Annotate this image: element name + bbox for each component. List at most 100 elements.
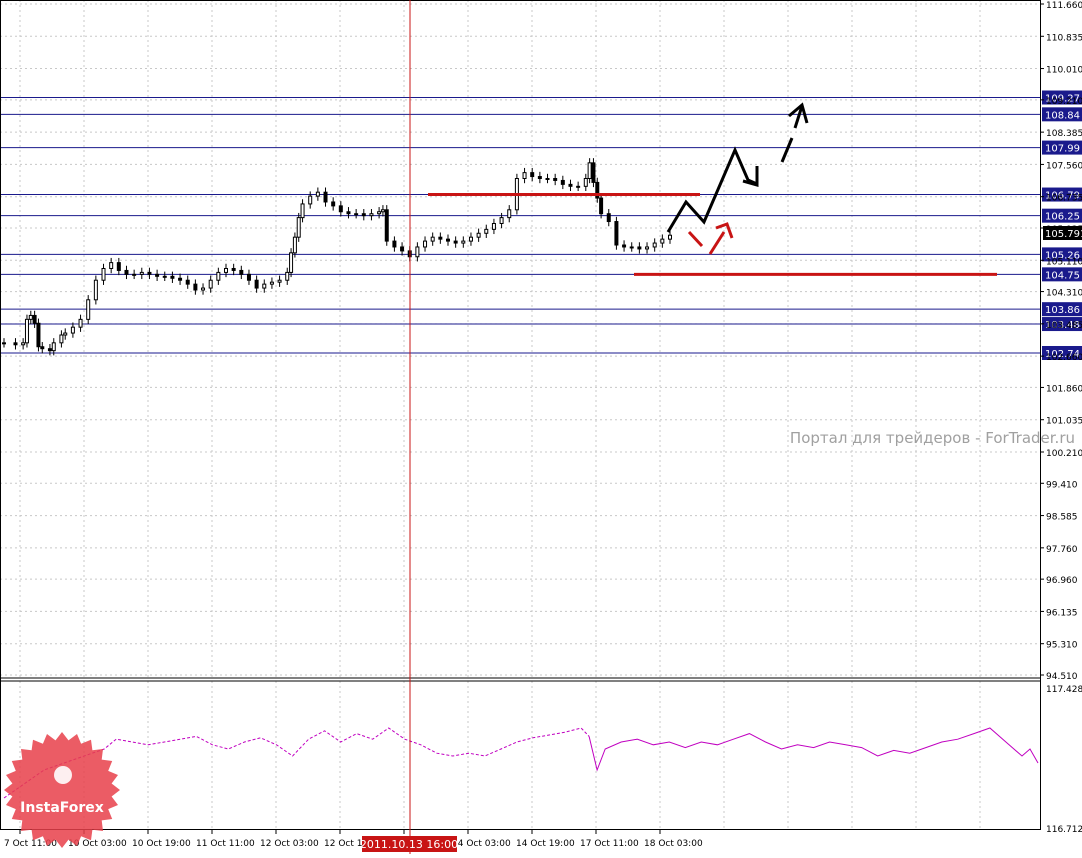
candle-body xyxy=(599,197,604,215)
candle-body xyxy=(231,267,236,271)
price-tick-label: 111.660 xyxy=(1046,1,1082,11)
candle-body xyxy=(606,213,611,223)
candle-body xyxy=(28,314,33,320)
candle-body xyxy=(246,273,251,281)
price-tick-label: 98.585 xyxy=(1046,513,1078,523)
candle-body xyxy=(86,299,91,320)
candle-body xyxy=(476,232,481,238)
candle-body xyxy=(637,246,642,250)
candle-body xyxy=(300,203,305,219)
price-tick-label: 101.035 xyxy=(1046,417,1082,427)
candle-body xyxy=(216,271,221,281)
candle-body xyxy=(315,191,320,197)
instaforex-logo: InstaForex xyxy=(4,732,120,848)
candle-body xyxy=(323,191,328,203)
candle-body xyxy=(78,318,83,328)
indicator-tick-label: 116.712 xyxy=(1046,825,1082,835)
candle-body xyxy=(568,183,573,187)
candle-body xyxy=(47,348,52,352)
candle-body xyxy=(430,236,435,242)
time-tick-label: 10 Oct 19:00 xyxy=(132,839,191,849)
candle-body xyxy=(193,283,198,291)
candle-body xyxy=(468,236,473,242)
candle-body xyxy=(354,213,359,216)
price-tick-label: 109.210 xyxy=(1046,97,1082,107)
candle-body xyxy=(491,222,496,230)
candle-body xyxy=(162,275,167,278)
candle-body xyxy=(583,177,588,187)
candle-body xyxy=(380,209,385,213)
candle-body xyxy=(560,179,565,185)
candle-body xyxy=(545,177,550,180)
candle-body xyxy=(70,326,75,334)
candle-body xyxy=(178,277,183,281)
candle-body xyxy=(384,209,389,242)
price-chart: 109.27108.84107.99106.79106.25105.26104.… xyxy=(0,0,1082,854)
price-tick-label: 105.110 xyxy=(1046,257,1082,267)
candle-body xyxy=(155,273,160,277)
level-label: 103.86 xyxy=(1045,305,1080,316)
level-label: 108.84 xyxy=(1045,110,1080,121)
price-tick-label: 102.660 xyxy=(1046,353,1082,363)
candle-body xyxy=(576,185,581,188)
candle-body xyxy=(622,244,627,248)
alt-forecast-dash xyxy=(687,230,704,248)
logo-badge-icon xyxy=(4,732,120,848)
candle-body xyxy=(652,242,657,248)
candle-body xyxy=(24,318,29,344)
candle-body xyxy=(289,252,294,273)
candle-body xyxy=(331,201,336,207)
forecast-path xyxy=(666,146,758,233)
candle-body xyxy=(139,271,144,275)
candle-body xyxy=(446,238,450,242)
candle-body xyxy=(668,234,672,240)
alt-forecast-dash xyxy=(708,231,726,255)
price-tick-label: 99.410 xyxy=(1046,480,1078,490)
candle-body xyxy=(51,342,56,352)
candle-body xyxy=(59,334,64,344)
candle-body xyxy=(377,211,382,215)
candle-body xyxy=(109,262,114,269)
support-resistance-lines xyxy=(428,193,997,276)
indicator-tick-label: 117.428 xyxy=(1046,685,1082,695)
candle-body xyxy=(285,271,290,281)
candles xyxy=(2,158,672,356)
candle-body xyxy=(522,172,527,179)
candle-body xyxy=(423,240,428,248)
price-tick-label: 100.210 xyxy=(1046,449,1082,459)
indicator-line xyxy=(588,727,1039,772)
candle-body xyxy=(40,346,45,350)
candle-body xyxy=(453,240,458,244)
candle-body xyxy=(461,240,466,244)
crosshair-time-text: 2011.10.13 16:00 xyxy=(360,838,458,851)
candle-body xyxy=(185,279,190,285)
price-tick-label: 110.835 xyxy=(1046,33,1082,43)
horizontal-levels: 109.27108.84107.99106.79106.25105.26104.… xyxy=(0,90,1082,360)
time-tick-label: 14 Oct 19:00 xyxy=(516,839,575,849)
candle-body xyxy=(660,238,665,244)
candle-body xyxy=(32,314,37,324)
candle-body xyxy=(224,267,228,273)
candle-body xyxy=(132,273,137,276)
candle-body xyxy=(262,283,267,289)
price-tick-label: 97.760 xyxy=(1046,545,1078,555)
candle-body xyxy=(63,332,68,336)
time-tick-label: 17 Oct 11:00 xyxy=(580,839,639,849)
candle-body xyxy=(645,246,650,250)
axes: 111.660 110.835 110.010 109.210 108.385 107.5… xyxy=(0,0,1082,849)
candle-body xyxy=(254,279,259,289)
candle-body xyxy=(587,162,592,179)
price-tick-label: 108.385 xyxy=(1046,129,1082,139)
candle-body xyxy=(277,279,282,283)
chart-root: 109.27 108.84 107.99 106.79 106.25 105.26 104.… xyxy=(0,0,1082,854)
candle-body xyxy=(400,246,405,252)
candle-body xyxy=(499,217,504,224)
indicator-panel: 117.428 116.712 xyxy=(3,685,1082,835)
candle-body xyxy=(537,176,542,179)
time-tick-label: 18 Oct 03:00 xyxy=(644,839,703,849)
candle-body xyxy=(13,342,18,346)
level-label: 107.99 xyxy=(1045,144,1080,155)
candle-body xyxy=(392,240,397,248)
price-tick-label: 110.010 xyxy=(1046,66,1082,76)
candle-body xyxy=(361,213,366,217)
